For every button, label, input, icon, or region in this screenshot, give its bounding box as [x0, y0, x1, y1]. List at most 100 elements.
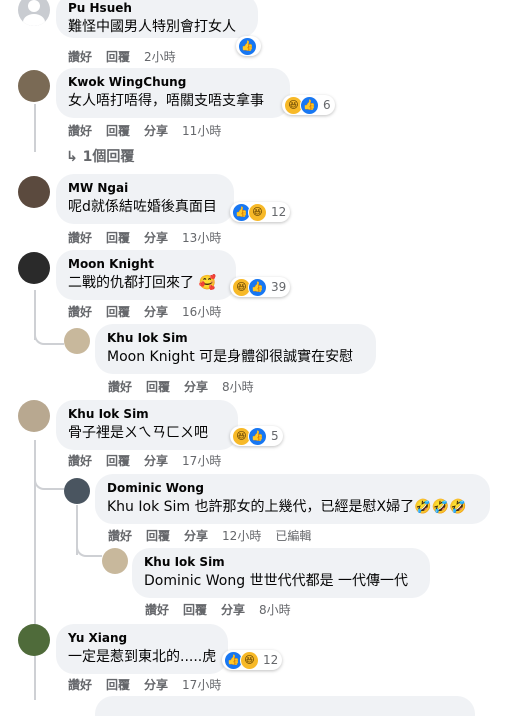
share-button[interactable]: 分享: [221, 603, 245, 617]
comment-actions: 讚好 回覆 分享 11小時: [68, 122, 235, 139]
avatar[interactable]: [102, 548, 128, 574]
reply-button[interactable]: 回覆: [146, 380, 170, 394]
share-button[interactable]: 分享: [184, 529, 208, 543]
timestamp[interactable]: 17小時: [182, 454, 221, 468]
reply-button[interactable]: 回覆: [106, 305, 130, 319]
avatar[interactable]: [18, 176, 50, 208]
share-button[interactable]: 分享: [144, 124, 168, 138]
comment-actions: 讚好 回覆 2小時: [68, 48, 190, 65]
comment-bubble: Khu Iok Sim Dominic Wong 世世代代都是 一代傳一代: [132, 548, 430, 598]
reply-button[interactable]: 回覆: [183, 603, 207, 617]
thumbs-up-icon: 👍: [248, 426, 267, 446]
comment-author[interactable]: MW Ngai: [68, 181, 222, 196]
share-button[interactable]: 分享: [144, 305, 168, 319]
comment-author[interactable]: Khu Iok Sim: [68, 407, 226, 422]
reply-arrow-icon: ↳: [66, 149, 78, 165]
like-button[interactable]: 讚好: [108, 529, 132, 543]
avatar[interactable]: [64, 328, 90, 354]
avatar[interactable]: [18, 70, 50, 102]
comment-bubble: Khu Iok Sim Moon Knight 可是身體卻很誠實在安慰: [95, 324, 376, 374]
like-button[interactable]: 讚好: [68, 454, 92, 468]
like-button[interactable]: 讚好: [68, 231, 92, 245]
comment-text: 難怪中國男人特別會打女人: [68, 19, 236, 35]
comment-actions: 讚好 回覆 分享 17小時: [68, 452, 235, 469]
like-button[interactable]: 讚好: [68, 305, 92, 319]
share-button[interactable]: 分享: [144, 678, 168, 692]
reply-button[interactable]: 回覆: [106, 231, 130, 245]
reaction-summary[interactable]: 👍 😆 12: [222, 650, 283, 670]
comment-text: 女人唔打唔得，唔關支唔支拿事: [68, 93, 264, 109]
comment-bubble: [95, 696, 475, 716]
default-user-icon: [23, 0, 45, 26]
avatar[interactable]: [18, 0, 50, 26]
comment-actions: 讚好 回覆 分享 12小時 已編輯: [108, 527, 325, 544]
thumbs-up-icon: 👍: [300, 95, 319, 115]
timestamp[interactable]: 17小時: [182, 678, 221, 692]
comment-bubble: Dominic Wong Khu Iok Sim 也許那女的上幾代，已經是慰X婦…: [95, 474, 490, 524]
view-replies-link[interactable]: ↳ 1個回覆: [66, 146, 134, 166]
comment-text: Moon Knight 可是身體卻很誠實在安慰: [107, 349, 354, 365]
timestamp[interactable]: 8小時: [259, 603, 291, 617]
reaction-summary[interactable]: 👍: [236, 36, 261, 56]
reaction-summary[interactable]: 👍 😆 12: [230, 202, 291, 222]
comment-text: 骨子裡是ㄨㄟㄢㄈㄨ吧: [68, 425, 208, 441]
comment-bubble: Kwok WingChung 女人唔打唔得，唔關支唔支拿事: [56, 68, 290, 118]
avatar[interactable]: [18, 400, 50, 432]
comment-text: 二戰的仇都打回來了 🥰: [68, 275, 216, 291]
timestamp[interactable]: 16小時: [182, 305, 221, 319]
timestamp[interactable]: 2小時: [144, 50, 176, 64]
avatar[interactable]: [64, 478, 90, 504]
reply-button[interactable]: 回覆: [106, 454, 130, 468]
share-button[interactable]: 分享: [184, 380, 208, 394]
comment-actions: 讚好 回覆 分享 8小時: [108, 378, 268, 395]
comment-author[interactable]: Khu Iok Sim: [107, 331, 364, 346]
reaction-summary[interactable]: 😆 👍 6: [282, 95, 335, 115]
thread-line: [34, 104, 36, 152]
thumbs-up-icon: 👍: [238, 36, 257, 56]
reaction-summary[interactable]: 😆 👍 5: [230, 426, 283, 446]
comment-bubble: MW Ngai 呢d就係結咗婚後真面目: [56, 174, 234, 224]
comment-text: 一定是惹到東北的.....虎: [68, 649, 217, 665]
share-button[interactable]: 分享: [144, 231, 168, 245]
reply-button[interactable]: 回覆: [106, 124, 130, 138]
avatar[interactable]: [18, 252, 50, 284]
comment-actions: 讚好 回覆 分享 16小時: [68, 303, 235, 320]
timestamp[interactable]: 11小時: [182, 124, 221, 138]
comment-author[interactable]: Khu Iok Sim: [144, 555, 418, 570]
reaction-count: 12: [271, 205, 287, 219]
share-button[interactable]: 分享: [144, 454, 168, 468]
comment-bubble: Moon Knight 二戰的仇都打回來了 🥰: [56, 250, 236, 300]
comment-author[interactable]: Moon Knight: [68, 257, 224, 272]
comment-actions: 讚好 回覆 分享 17小時: [68, 676, 235, 693]
comment-actions: 讚好 回覆 分享 8小時: [145, 601, 305, 618]
comment-author[interactable]: Kwok WingChung: [68, 75, 278, 90]
like-button[interactable]: 讚好: [108, 380, 132, 394]
like-button[interactable]: 讚好: [68, 50, 92, 64]
like-button[interactable]: 讚好: [68, 124, 92, 138]
timestamp[interactable]: 12小時: [222, 529, 261, 543]
comment-text: Dominic Wong 世世代代都是 一代傳一代: [144, 573, 409, 589]
comment-author[interactable]: Dominic Wong: [107, 481, 478, 496]
reply-button[interactable]: 回覆: [106, 678, 130, 692]
comment-bubble: Pu Hsueh 難怪中國男人特別會打女人: [56, 0, 258, 38]
comment-text: 呢d就係結咗婚後真面目: [68, 199, 217, 215]
comment-author[interactable]: Yu Xiang: [68, 631, 216, 646]
timestamp[interactable]: 13小時: [182, 231, 221, 245]
thread-line: [34, 655, 36, 700]
comment-text: Khu Iok Sim 也許那女的上幾代，已經是慰X婦了🤣🤣🤣: [107, 499, 467, 515]
reaction-summary[interactable]: 😆 👍 39: [230, 277, 291, 297]
reply-button[interactable]: 回覆: [146, 529, 170, 543]
edited-label[interactable]: 已編輯: [275, 529, 311, 543]
thread-elbow: [34, 480, 64, 490]
avatar[interactable]: [18, 624, 50, 656]
laughing-face-icon: 😆: [240, 650, 259, 670]
thread-elbow: [34, 335, 64, 345]
reply-button[interactable]: 回覆: [106, 50, 130, 64]
like-button[interactable]: 讚好: [68, 678, 92, 692]
timestamp[interactable]: 8小時: [222, 380, 254, 394]
like-button[interactable]: 讚好: [145, 603, 169, 617]
comment-bubble: Khu Iok Sim 骨子裡是ㄨㄟㄢㄈㄨ吧: [56, 400, 238, 450]
thread-line: [34, 290, 36, 340]
comment-author[interactable]: Pu Hsueh: [68, 1, 246, 16]
reaction-count: 12: [263, 653, 279, 667]
